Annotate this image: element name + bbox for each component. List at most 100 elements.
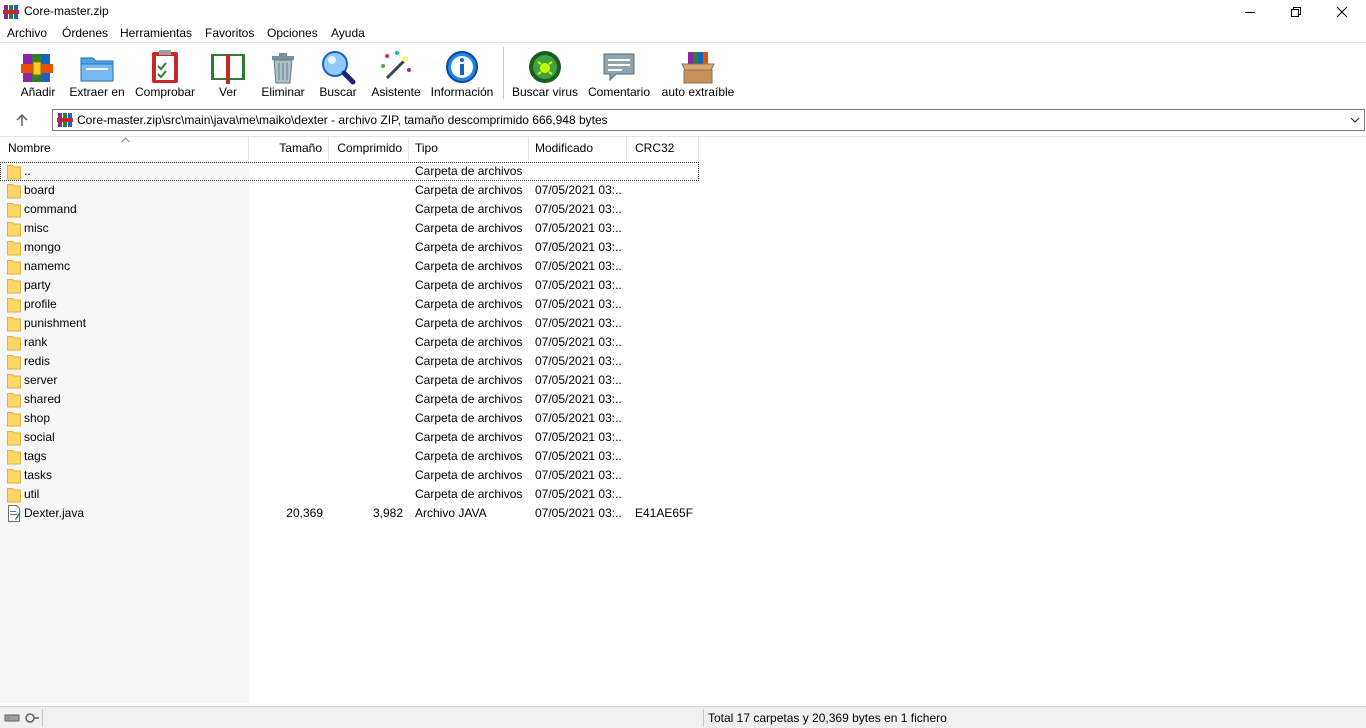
info-button[interactable]: Información xyxy=(430,44,494,104)
file-compressed-size xyxy=(330,276,403,295)
status-divider xyxy=(703,709,704,727)
file-row[interactable]: server Carpeta de archivos 07/05/2021 03:.… xyxy=(0,371,700,390)
sfx-button[interactable]: auto extraíble xyxy=(662,44,734,104)
column-header-compressed[interactable]: Comprimido xyxy=(329,137,409,160)
file-type: Carpeta de archivos xyxy=(415,297,523,311)
file-type: Carpeta de archivos xyxy=(415,354,523,368)
file-row[interactable]: redis Carpeta de archivos 07/05/2021 03:..… xyxy=(0,352,700,371)
file-compressed-size xyxy=(330,238,403,257)
file-name: util xyxy=(24,487,40,501)
wizard-button[interactable]: Asistente xyxy=(370,44,422,104)
up-one-level-button[interactable] xyxy=(13,111,31,129)
file-size xyxy=(250,352,323,371)
file-modified: 07/05/2021 03:... xyxy=(535,297,623,311)
file-name: punishment xyxy=(24,316,87,330)
file-name: mongo xyxy=(24,240,61,254)
file-compressed-size xyxy=(330,295,403,314)
file-size xyxy=(250,371,323,390)
file-name: Dexter.java xyxy=(24,506,85,520)
column-header-type[interactable]: Tipo xyxy=(407,137,529,160)
file-size xyxy=(250,295,323,314)
menu-favoritos[interactable]: Favoritos xyxy=(205,25,254,41)
file-row[interactable]: misc Carpeta de archivos 07/05/2021 03:... xyxy=(0,219,700,238)
file-name: profile xyxy=(24,297,57,311)
file-compressed-size xyxy=(330,333,403,352)
file-row[interactable]: profile Carpeta de archivos 07/05/2021 03:… xyxy=(0,295,700,314)
winrar-app-icon xyxy=(3,5,19,19)
restore-button[interactable] xyxy=(1273,0,1319,23)
file-compressed-size xyxy=(330,314,403,333)
extract-folder-icon xyxy=(80,57,114,82)
add-button[interactable]: Añadir xyxy=(18,44,58,104)
folder-icon xyxy=(7,431,21,446)
chevron-down-icon[interactable] xyxy=(1350,115,1360,125)
file-row[interactable]: party Carpeta de archivos 07/05/2021 03:..… xyxy=(0,276,700,295)
file-type: Carpeta de archivos xyxy=(415,468,523,482)
menu-ayuda[interactable]: Ayuda xyxy=(331,25,365,41)
folder-icon xyxy=(7,336,21,351)
file-modified: 07/05/2021 03:... xyxy=(535,335,623,349)
file-size xyxy=(250,390,323,409)
file-row[interactable]: .. Carpeta de archivos xyxy=(0,162,699,181)
view-button[interactable]: Ver xyxy=(206,44,250,104)
file-row[interactable]: punishment Carpeta de archivos 07/05/2021 … xyxy=(0,314,700,333)
file-row[interactable]: Dexter.java 20,369 3,982 Archivo JAVA 07/05/… xyxy=(0,504,700,523)
menu-ordenes[interactable]: Órdenes xyxy=(62,25,108,41)
folder-icon xyxy=(7,469,21,484)
file-name: command xyxy=(24,202,77,216)
extract-button[interactable]: Extraer en xyxy=(69,44,125,104)
file-crc32 xyxy=(635,485,695,504)
file-compressed-size xyxy=(330,257,403,276)
menu-opciones[interactable]: Opciones xyxy=(267,25,318,41)
file-row[interactable]: mongo Carpeta de archivos 07/05/2021 03:..… xyxy=(0,238,700,257)
file-name: redis xyxy=(24,354,51,368)
file-modified: 07/05/2021 03:... xyxy=(535,506,623,520)
file-row[interactable]: namemc Carpeta de archivos 07/05/2021 03:.… xyxy=(0,257,700,276)
file-type: Carpeta de archivos xyxy=(415,183,523,197)
drive-key-icon xyxy=(4,713,39,723)
column-header-modified[interactable]: Modificado xyxy=(527,137,627,160)
file-type: Carpeta de archivos xyxy=(415,449,523,463)
virus-scan-button[interactable]: Buscar virus xyxy=(512,44,578,104)
file-compressed-size xyxy=(330,181,403,200)
file-row[interactable]: tasks Carpeta de archivos 07/05/2021 03:..… xyxy=(0,466,700,485)
file-crc32 xyxy=(635,333,695,352)
status-summary: Total 17 carpetas y 20,369 bytes en 1 fi… xyxy=(708,711,947,725)
folder-icon xyxy=(7,374,21,389)
file-row[interactable]: tags Carpeta de archivos 07/05/2021 03:... xyxy=(0,447,700,466)
column-header-name[interactable]: Nombre xyxy=(0,137,249,160)
add-archive-icon xyxy=(21,54,53,82)
file-crc32 xyxy=(635,352,695,371)
file-row[interactable]: command Carpeta de archivos 07/05/2021 03:… xyxy=(0,200,700,219)
comment-button[interactable]: Comentario xyxy=(588,44,650,104)
file-row[interactable]: shared Carpeta de archivos 07/05/2021 03:.… xyxy=(0,390,700,409)
title-bar: Core-master.zip xyxy=(0,0,1366,23)
file-modified: 07/05/2021 03:... xyxy=(535,221,623,235)
menu-herramientas[interactable]: Herramientas xyxy=(120,25,192,41)
column-header-size[interactable]: Tamaño xyxy=(249,137,329,160)
file-type: Carpeta de archivos xyxy=(415,373,523,387)
address-combobox[interactable]: Core-master.zip\src\main\java\me\maiko\d… xyxy=(52,109,1365,131)
file-row[interactable]: shop Carpeta de archivos 07/05/2021 03:... xyxy=(0,409,700,428)
minimize-button[interactable] xyxy=(1227,0,1273,23)
sfx-label: auto extraíble xyxy=(661,85,735,99)
file-size xyxy=(250,485,323,504)
file-row[interactable]: social Carpeta de archivos 07/05/2021 03:.… xyxy=(0,428,700,447)
minimize-icon xyxy=(1245,11,1255,13)
file-row[interactable]: util Carpeta de archivos 07/05/2021 03:... xyxy=(0,485,700,504)
find-button[interactable]: Buscar xyxy=(316,44,360,104)
view-book-icon xyxy=(211,54,245,84)
menu-archivo[interactable]: Archivo xyxy=(7,25,47,41)
folder-icon xyxy=(7,222,21,237)
file-name: shared xyxy=(24,392,61,406)
delete-button[interactable]: Eliminar xyxy=(260,44,306,104)
test-button[interactable]: Comprobar xyxy=(134,44,196,104)
close-button[interactable] xyxy=(1319,0,1365,23)
file-size xyxy=(250,409,323,428)
file-row[interactable]: rank Carpeta de archivos 07/05/2021 03:... xyxy=(0,333,700,352)
file-crc32: E41AE65F xyxy=(635,506,694,520)
column-header-crc32[interactable]: CRC32 xyxy=(627,137,699,160)
menu-bar: Archivo Órdenes Herramientas Favoritos O… xyxy=(0,23,1366,43)
file-row[interactable]: board Carpeta de archivos 07/05/2021 03:..… xyxy=(0,181,700,200)
file-modified: 07/05/2021 03:... xyxy=(535,430,623,444)
